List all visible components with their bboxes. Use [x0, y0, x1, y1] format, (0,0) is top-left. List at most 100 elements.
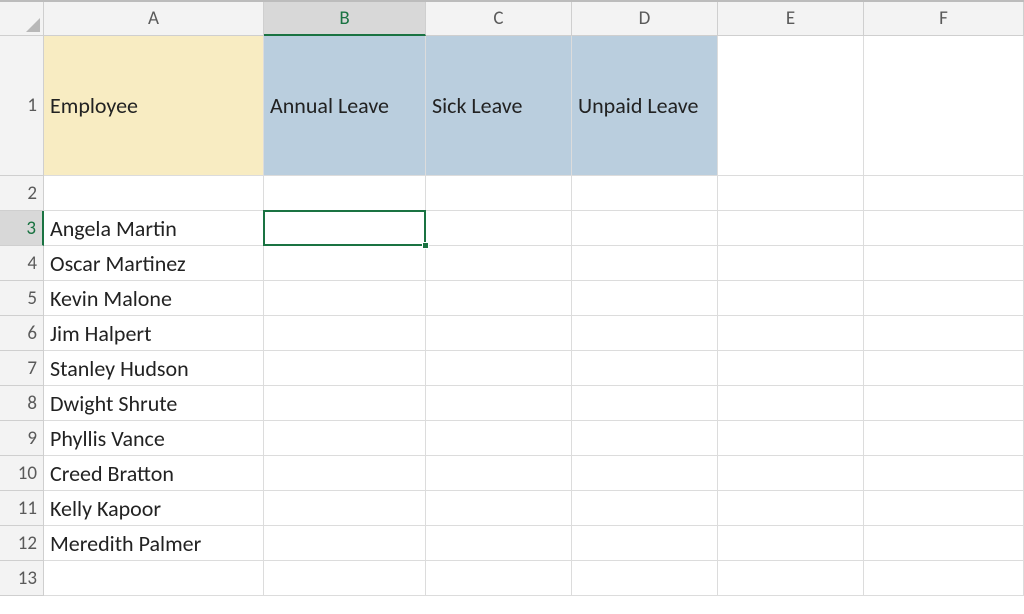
cell-D4[interactable] — [572, 246, 718, 281]
row-header-10[interactable]: 10 — [0, 456, 44, 491]
cell-B4[interactable] — [264, 246, 426, 281]
cell-F13[interactable] — [864, 561, 1024, 596]
cell-D6[interactable] — [572, 316, 718, 351]
cell-F2[interactable] — [864, 176, 1024, 211]
cell-F4[interactable] — [864, 246, 1024, 281]
cell-A6[interactable]: Jim Halpert — [44, 316, 264, 351]
cell-C10[interactable] — [426, 456, 572, 491]
col-header-D[interactable]: D — [572, 2, 718, 36]
cell-A8[interactable]: Dwight Shrute — [44, 386, 264, 421]
cell-A1[interactable]: Employee — [44, 36, 264, 176]
cell-B1[interactable]: Annual Leave — [264, 36, 426, 176]
cell-B5[interactable] — [264, 281, 426, 316]
cell-A10[interactable]: Creed Bratton — [44, 456, 264, 491]
cell-C2[interactable] — [426, 176, 572, 211]
row-header-12[interactable]: 12 — [0, 526, 44, 561]
row-header-6[interactable]: 6 — [0, 316, 44, 351]
col-header-E[interactable]: E — [718, 2, 864, 36]
cell-C11[interactable] — [426, 491, 572, 526]
cell-D9[interactable] — [572, 421, 718, 456]
cell-D5[interactable] — [572, 281, 718, 316]
cell-E7[interactable] — [718, 351, 864, 386]
cell-F12[interactable] — [864, 526, 1024, 561]
row-header-11[interactable]: 11 — [0, 491, 44, 526]
col-header-C[interactable]: C — [426, 2, 572, 36]
cell-E11[interactable] — [718, 491, 864, 526]
select-all-corner[interactable] — [0, 2, 44, 36]
cell-A4[interactable]: Oscar Martinez — [44, 246, 264, 281]
cell-D7[interactable] — [572, 351, 718, 386]
cell-C8[interactable] — [426, 386, 572, 421]
cell-F11[interactable] — [864, 491, 1024, 526]
cell-D8[interactable] — [572, 386, 718, 421]
cell-E12[interactable] — [718, 526, 864, 561]
cell-C1[interactable]: Sick Leave — [426, 36, 572, 176]
cell-B2[interactable] — [264, 176, 426, 211]
cell-C9[interactable] — [426, 421, 572, 456]
cell-B6[interactable] — [264, 316, 426, 351]
cell-D10[interactable] — [572, 456, 718, 491]
cell-D1[interactable]: Unpaid Leave — [572, 36, 718, 176]
cell-B9[interactable] — [264, 421, 426, 456]
cell-E6[interactable] — [718, 316, 864, 351]
cell-C5[interactable] — [426, 281, 572, 316]
cell-E8[interactable] — [718, 386, 864, 421]
cell-A9[interactable]: Phyllis Vance — [44, 421, 264, 456]
cell-C12[interactable] — [426, 526, 572, 561]
cell-E4[interactable] — [718, 246, 864, 281]
row-header-7[interactable]: 7 — [0, 351, 44, 386]
cell-D11[interactable] — [572, 491, 718, 526]
cell-E5[interactable] — [718, 281, 864, 316]
cell-B11[interactable] — [264, 491, 426, 526]
row-header-9[interactable]: 9 — [0, 421, 44, 456]
cell-F1[interactable] — [864, 36, 1024, 176]
cell-E9[interactable] — [718, 421, 864, 456]
spreadsheet: A B C D E F 1 2 3 4 5 6 7 8 9 10 11 12 1… — [0, 0, 1024, 614]
cell-E1[interactable] — [718, 36, 864, 176]
cell-B13[interactable] — [264, 561, 426, 596]
col-header-F[interactable]: F — [864, 2, 1024, 36]
row-header-2[interactable]: 2 — [0, 176, 44, 211]
cell-E3[interactable] — [718, 211, 864, 246]
cell-E2[interactable] — [718, 176, 864, 211]
col-header-A[interactable]: A — [44, 2, 264, 36]
cell-F5[interactable] — [864, 281, 1024, 316]
cell-D2[interactable] — [572, 176, 718, 211]
cell-D12[interactable] — [572, 526, 718, 561]
row-header-3[interactable]: 3 — [0, 211, 44, 246]
cell-B12[interactable] — [264, 526, 426, 561]
row-header-8[interactable]: 8 — [0, 386, 44, 421]
cell-F3[interactable] — [864, 211, 1024, 246]
cell-D3[interactable] — [572, 211, 718, 246]
cell-B3[interactable] — [264, 211, 426, 246]
cell-F7[interactable] — [864, 351, 1024, 386]
cell-A13[interactable] — [44, 561, 264, 596]
fill-handle[interactable] — [422, 242, 429, 249]
cell-D13[interactable] — [572, 561, 718, 596]
cell-C4[interactable] — [426, 246, 572, 281]
cell-B7[interactable] — [264, 351, 426, 386]
cell-C13[interactable] — [426, 561, 572, 596]
cell-A5[interactable]: Kevin Malone — [44, 281, 264, 316]
cell-F10[interactable] — [864, 456, 1024, 491]
cell-E13[interactable] — [718, 561, 864, 596]
cell-E10[interactable] — [718, 456, 864, 491]
cell-F8[interactable] — [864, 386, 1024, 421]
cell-C7[interactable] — [426, 351, 572, 386]
cell-C3[interactable] — [426, 211, 572, 246]
row-header-5[interactable]: 5 — [0, 281, 44, 316]
cell-A3[interactable]: Angela Martin — [44, 211, 264, 246]
cell-B8[interactable] — [264, 386, 426, 421]
cell-A11[interactable]: Kelly Kapoor — [44, 491, 264, 526]
col-header-B[interactable]: B — [264, 2, 426, 36]
cell-A2[interactable] — [44, 176, 264, 211]
row-header-4[interactable]: 4 — [0, 246, 44, 281]
row-header-13[interactable]: 13 — [0, 561, 44, 596]
cell-A12[interactable]: Meredith Palmer — [44, 526, 264, 561]
cell-F6[interactable] — [864, 316, 1024, 351]
cell-C6[interactable] — [426, 316, 572, 351]
row-header-1[interactable]: 1 — [0, 36, 44, 176]
cell-A7[interactable]: Stanley Hudson — [44, 351, 264, 386]
cell-F9[interactable] — [864, 421, 1024, 456]
cell-B10[interactable] — [264, 456, 426, 491]
